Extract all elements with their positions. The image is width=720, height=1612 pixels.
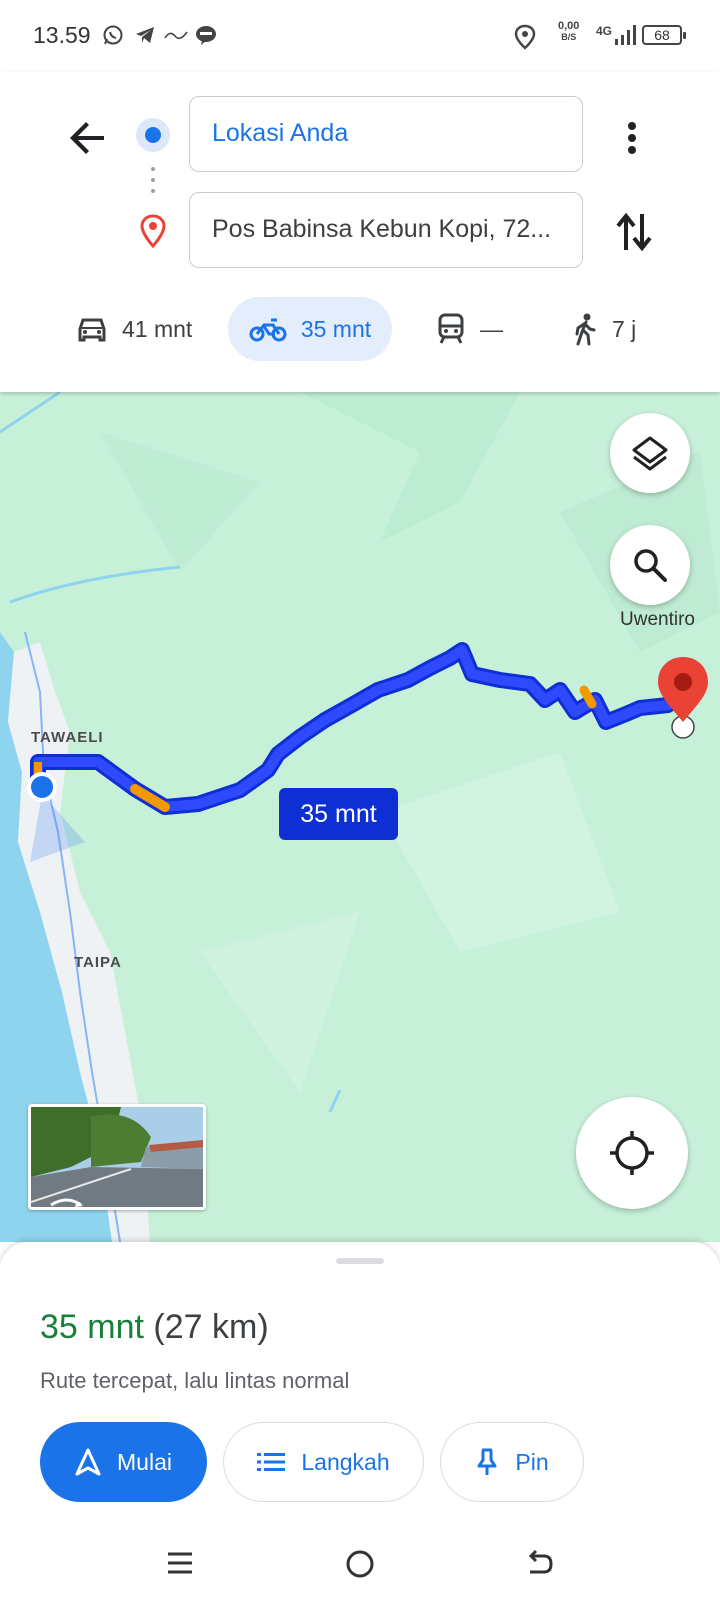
terrain-shade [380, 752, 620, 952]
status-data-speed: 0,00 B/S [558, 21, 579, 43]
system-back-button[interactable] [524, 1548, 554, 1578]
origin-dot-icon [136, 118, 170, 152]
route-distance: (27 km) [153, 1308, 269, 1346]
search-icon [634, 549, 667, 582]
start-navigation-label: Mulai [117, 1448, 172, 1475]
street-view-image [31, 1107, 203, 1207]
location-icon [514, 24, 536, 50]
pushpin-icon [477, 1448, 497, 1475]
route-duration: 35 mnt [40, 1308, 144, 1346]
app-logo-icon [164, 31, 188, 40]
route-description: Rute tercepat, lalu lintas normal [40, 1368, 350, 1393]
destination-input[interactable]: Pos Babinsa Kebun Kopi, 72... [189, 192, 583, 268]
recent-apps-button[interactable] [165, 1548, 195, 1578]
status-bar: 13.59 0,00 B/S 4G 68 [0, 0, 720, 72]
mode-walk-tab[interactable]: 7 j [572, 297, 636, 361]
map-view[interactable]: TAWAELI TAIPA Uwentiro 35 mnt [0, 392, 720, 1242]
signal-icon [615, 25, 636, 45]
status-time: 13.59 [33, 22, 91, 48]
route-summary: 35 mnt (27 km) [40, 1308, 269, 1347]
mode-car-tab[interactable]: 41 mnt [76, 297, 192, 361]
destination-marker-dot [674, 673, 692, 691]
mode-transit-label: — [480, 315, 503, 342]
layers-icon [632, 436, 668, 471]
data-speed-unit: B/S [561, 32, 577, 42]
destination-pin-icon [140, 214, 166, 248]
user-location-icon [31, 776, 53, 798]
terrain-shade [100, 432, 260, 572]
my-location-button[interactable] [576, 1097, 688, 1209]
map-label-tawaeli: TAWAELI [31, 729, 104, 746]
navigation-arrow-icon [75, 1448, 101, 1476]
origin-input[interactable]: Lokasi Anda [189, 96, 583, 172]
route-connector-dot [151, 189, 155, 193]
transit-icon [438, 313, 464, 344]
walk-icon [575, 313, 596, 346]
list-icon [257, 1453, 286, 1471]
home-button[interactable] [344, 1548, 376, 1580]
whatsapp-icon [103, 25, 123, 45]
street-view-thumbnail[interactable] [28, 1104, 206, 1210]
route-connector-dot [151, 178, 155, 182]
mode-walk-label: 7 j [612, 315, 637, 342]
motorcycle-icon [249, 318, 287, 342]
pin-button[interactable]: Pin [440, 1422, 584, 1502]
line-icon [196, 26, 216, 45]
start-navigation-button[interactable]: Mulai [40, 1422, 207, 1502]
crosshair-icon [610, 1131, 654, 1175]
map-label-uwentiro: Uwentiro [620, 609, 695, 630]
steps-button[interactable]: Langkah [223, 1422, 424, 1502]
car-icon [78, 318, 106, 342]
river [328, 1089, 342, 1113]
mode-motorcycle-label: 35 mnt [300, 315, 372, 342]
back-button[interactable] [64, 114, 112, 162]
layers-button[interactable] [610, 413, 690, 493]
mode-motorcycle-tab[interactable]: 35 mnt [228, 297, 392, 361]
mode-car-label: 41 mnt [122, 315, 193, 342]
pin-label: Pin [515, 1448, 549, 1475]
data-speed-value: 0,00 [558, 20, 580, 32]
swap-locations-button[interactable] [612, 208, 656, 256]
terrain-shade [200, 912, 360, 1092]
river [9, 565, 181, 604]
river [0, 392, 61, 434]
battery-indicator: 68 [642, 25, 686, 45]
network-type: 4G [596, 24, 613, 38]
steps-label: Langkah [301, 1448, 390, 1475]
route-connector-dot [151, 167, 155, 171]
route-time-callout[interactable]: 35 mnt [279, 788, 398, 840]
directions-header: Lokasi Anda Pos Babinsa Kebun Kopi, 72..… [0, 72, 720, 392]
map-label-taipa: TAIPA [74, 954, 122, 971]
search-along-route-button[interactable] [610, 525, 690, 605]
route-line-inner [33, 645, 673, 812]
mode-transit-tab[interactable]: — [436, 297, 503, 361]
more-options-button[interactable] [612, 114, 652, 162]
sheet-drag-handle[interactable] [336, 1258, 384, 1264]
terrain-shade [300, 392, 520, 542]
telegram-icon [136, 27, 154, 43]
